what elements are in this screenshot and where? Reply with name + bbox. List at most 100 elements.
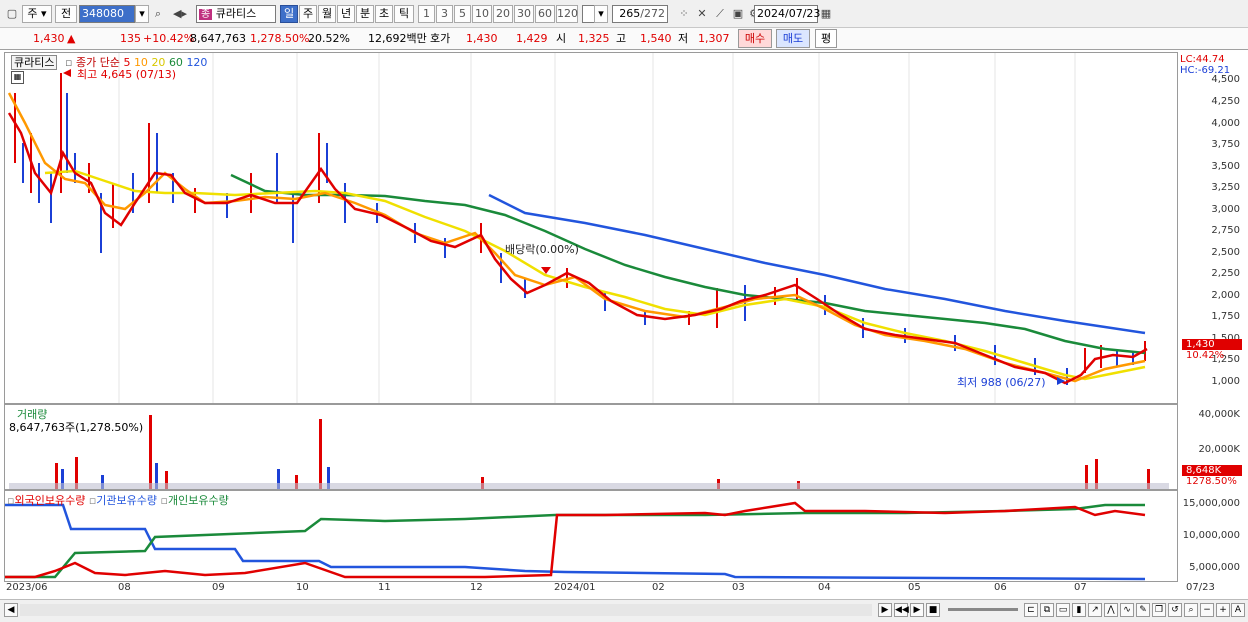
line-tool-icon[interactable]: ⟋ — [712, 6, 728, 22]
x-tick: 2023/06 — [6, 582, 48, 593]
scroll-left-icon[interactable]: ◀ — [4, 603, 18, 617]
date-input[interactable]: 2024/07/23 — [754, 5, 820, 23]
reset-icon[interactable]: ↺ — [1168, 603, 1182, 617]
n-button-30[interactable]: 30 — [514, 5, 534, 23]
holdings-pane[interactable]: ▫외국인보유수량 ▫기관보유수량 ▫개인보유수량 — [4, 490, 1178, 582]
stock-code-input[interactable]: 348080 — [79, 5, 135, 23]
legend-individual: 개인보유수량 — [167, 494, 229, 507]
code-dropdown-icon[interactable]: ▾ — [135, 5, 149, 23]
eval-button[interactable]: 평 — [815, 29, 837, 48]
window-icon[interactable]: ▭ — [1056, 603, 1070, 617]
n-button-1[interactable]: 1 — [418, 5, 435, 23]
speaker-icon[interactable]: ◀▸ — [168, 6, 192, 22]
ma10-line — [7, 92, 1146, 383]
n-button-5[interactable]: 5 — [454, 5, 471, 23]
chart-scroll-bar: ◀ ▶ ◀◀ ▶ ■ ⊏ ⧉ ▭ ▮ ↗ ⋀ ∿ ✎ ❐ ↺ ⌕ − + A — [0, 599, 1248, 622]
calendar-icon[interactable]: ▦ — [818, 6, 834, 22]
tab-week[interactable]: 주 — [299, 5, 317, 23]
tab-month[interactable]: 월 — [318, 5, 336, 23]
n-button-10[interactable]: 10 — [472, 5, 492, 23]
zoom-icon[interactable]: ⌕ — [1184, 603, 1198, 617]
legend-institution: 기관보유수량 — [96, 494, 158, 507]
save-icon[interactable]: ▣ — [730, 6, 746, 22]
scroll-right-icon[interactable]: ▶ — [878, 603, 892, 617]
n-button-3[interactable]: 3 — [436, 5, 453, 23]
copy-icon[interactable]: ❐ — [1152, 603, 1166, 617]
volume: 8,647,763 — [190, 32, 246, 45]
stock-name-field[interactable]: 종 큐라티스 — [196, 5, 276, 23]
price-pane[interactable]: 큐라티스 ▫ 종가 단순 5 10 20 60 120 ▦ 최고 4,645 (… — [4, 52, 1178, 404]
volume-y-axis: 40,000K 20,000K 8,648K 1278.50% — [1178, 404, 1244, 490]
tab-year[interactable]: 년 — [337, 5, 355, 23]
pattern-icon[interactable]: ⋀ — [1104, 603, 1118, 617]
buy-button[interactable]: 매수 — [738, 29, 772, 48]
n-button-60[interactable]: 60 — [535, 5, 555, 23]
volume-pane[interactable]: 거래량 8,647,763주(1,278.50%) — [4, 404, 1178, 490]
tab-second[interactable]: 초 — [375, 5, 393, 23]
max-annotation: 최고 4,645 (07/13) — [77, 68, 177, 81]
scroll-track[interactable] — [20, 604, 872, 616]
x-tick: 11 — [378, 582, 391, 593]
tab-tick[interactable]: 틱 — [394, 5, 414, 23]
price-y-axis: LC:44.74 HC:-69.21 4,500 4,250 4,000 3,7… — [1178, 52, 1244, 404]
font-size-icon[interactable]: A — [1231, 603, 1245, 617]
x-tick: 06 — [994, 582, 1007, 593]
tab-day[interactable]: 일 — [280, 5, 298, 23]
volume-chart-svg — [9, 415, 1169, 489]
prev-button[interactable]: 전 — [55, 5, 77, 23]
wave-icon[interactable]: ∿ — [1120, 603, 1134, 617]
price-tick: 2,250 — [1211, 268, 1240, 279]
legend-foreign: 외국인보유수량 — [14, 494, 86, 507]
bid-price: 1,429 — [516, 32, 548, 45]
play-icon[interactable]: ▶ — [910, 603, 924, 617]
search-icon[interactable]: ⌕ — [150, 6, 166, 22]
chart-area[interactable]: 큐라티스 ▫ 종가 단순 5 10 20 60 120 ▦ 최고 4,645 (… — [0, 50, 1248, 621]
zoom-in-icon[interactable]: + — [1216, 603, 1230, 617]
bid-label: 호가 — [430, 32, 451, 45]
current-price: 1,430 — [33, 32, 65, 45]
price-tick: 2,000 — [1211, 290, 1240, 301]
price-gridlines — [118, 53, 1076, 403]
price-tick: 3,750 — [1211, 139, 1240, 150]
lc-value: LC:44.74 — [1180, 54, 1225, 65]
open-price: 1,325 — [578, 32, 610, 45]
n-button-120[interactable]: 120 — [556, 5, 578, 23]
stop-icon[interactable]: ■ — [926, 603, 940, 617]
grid-icon[interactable]: ⁘ — [676, 6, 692, 22]
table-icon[interactable]: ▦ — [11, 71, 24, 84]
min-annotation: 최저 988 (06/27) — [957, 376, 1046, 389]
volume-bars — [55, 415, 1150, 489]
price-tick: 2,500 — [1211, 247, 1240, 258]
low-label: 저 — [678, 32, 689, 45]
price-tick: 3,250 — [1211, 182, 1240, 193]
tool-icon[interactable]: ✎ — [1136, 603, 1150, 617]
price-tick: 2,750 — [1211, 225, 1240, 236]
data-count-field: 265/272 — [612, 5, 668, 23]
crosshair-icon[interactable]: ✕ — [694, 6, 710, 22]
current-pct-tag: 10.42% — [1186, 350, 1225, 361]
window-menu-icon[interactable]: ▢ — [4, 6, 20, 22]
stock-name-tag: 큐라티스 — [11, 55, 58, 70]
n-dropdown-icon[interactable]: ▾ — [594, 5, 608, 23]
legend-ma120: 120 — [186, 56, 208, 69]
tab-minute[interactable]: 분 — [356, 5, 374, 23]
open-label: 시 — [556, 32, 567, 45]
zoom-slider[interactable] — [948, 608, 1018, 611]
high-price: 1,540 — [640, 32, 672, 45]
rewind-icon[interactable]: ◀◀ — [894, 603, 909, 617]
overlay-icon[interactable]: ⧉ — [1040, 603, 1054, 617]
split-icon[interactable]: ⊏ — [1024, 603, 1038, 617]
trade-amount: 12,692백만 — [368, 32, 427, 45]
quote-bar: 1,430 ▲ 135 +10.42% 8,647,763 1,278.50% … — [0, 28, 1248, 50]
dividend-annotation: 배당락(0.00%) — [505, 243, 579, 256]
volume-tick: 20,000K — [1198, 444, 1240, 455]
trend-icon[interactable]: ↗ — [1088, 603, 1102, 617]
n-button-20[interactable]: 20 — [493, 5, 513, 23]
period-select[interactable]: 주 ▾ — [22, 5, 52, 23]
up-arrow-icon: ▲ — [67, 32, 76, 45]
holdings-y-axis: 15,000,000 10,000,000 5,000,000 — [1178, 490, 1244, 582]
bar-chart-icon[interactable]: ▮ — [1072, 603, 1086, 617]
sell-button[interactable]: 매도 — [776, 29, 810, 48]
holdings-tick: 15,000,000 — [1182, 498, 1240, 509]
zoom-out-icon[interactable]: − — [1200, 603, 1214, 617]
